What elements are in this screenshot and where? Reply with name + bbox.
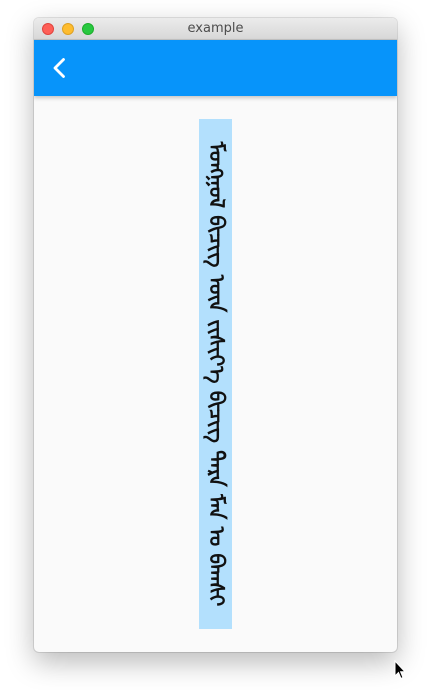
back-button[interactable] [40, 48, 80, 88]
vertical-mongolian-text: ᠮᠣᠩᠭᠣᠯ ᠪᠢᠴᠢᠭ ᠦᠨ ᠵᠢᠱᠢᠶ᠎ᠡ ᠪᠢᠴᠢᠭ᠌ ᠲᠡᠷᠡ ᠮᠠᠨ … [204, 141, 228, 607]
app-bar [34, 40, 397, 96]
window-title: example [187, 21, 244, 36]
page-content: ᠮᠣᠩᠭᠣᠯ ᠪᠢᠴᠢᠭ ᠦᠨ ᠵᠢᠱᠢᠶ᠎ᠡ ᠪᠢᠴᠢᠭ᠌ ᠲᠡᠷᠡ ᠮᠠᠨ … [34, 96, 397, 652]
chevron-left-icon [53, 58, 65, 78]
vertical-text-container: ᠮᠣᠩᠭᠣᠯ ᠪᠢᠴᠢᠭ ᠦᠨ ᠵᠢᠱᠢᠶ᠎ᠡ ᠪᠢᠴᠢᠭ᠌ ᠲᠡᠷᠡ ᠮᠠᠨ … [199, 119, 232, 629]
mouse-pointer-icon [394, 660, 406, 680]
window-titlebar[interactable]: example [34, 18, 397, 40]
app-window: example ᠮᠣᠩᠭᠣᠯ ᠪᠢᠴᠢᠭ ᠦᠨ ᠵᠢᠱᠢᠶ᠎ᠡ ᠪᠢᠴᠢᠭ᠌ ᠲ… [34, 18, 397, 652]
